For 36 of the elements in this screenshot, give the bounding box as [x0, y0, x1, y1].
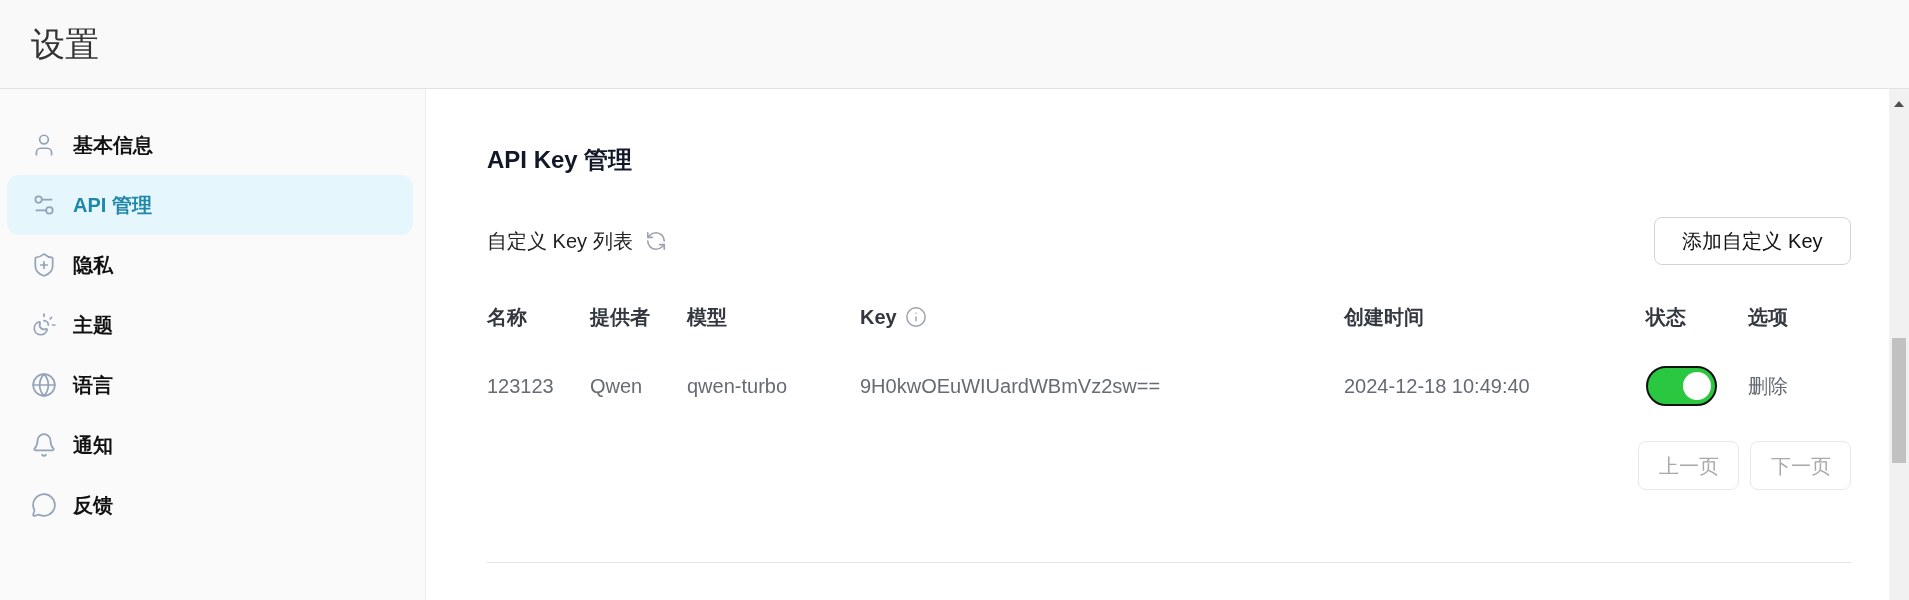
sidebar-item[interactable]: 反馈: [7, 475, 413, 535]
sidebar-item[interactable]: 语言: [7, 355, 413, 415]
sidebar-item[interactable]: 基本信息: [7, 115, 413, 175]
model-text: qwen-turbo: [687, 374, 789, 399]
sliders-icon: [31, 192, 57, 218]
sidebar-item[interactable]: API 管理: [7, 175, 413, 235]
column-header: Key: [860, 305, 897, 330]
created-time-text: 2024-12-18 10:49:40: [1344, 374, 1531, 399]
scroll-up-arrow-icon[interactable]: [1894, 101, 1904, 107]
column-header: 名称: [487, 305, 527, 330]
globe-icon: [31, 372, 57, 398]
sun-moon-icon: [31, 312, 57, 338]
list-title: 自定义 Key 列表: [487, 229, 633, 254]
sidebar-item[interactable]: 通知: [7, 415, 413, 475]
scrollbar-thumb[interactable]: [1892, 338, 1906, 463]
name-text: 123123: [487, 374, 555, 399]
provider-text: Qwen: [590, 374, 644, 399]
add-key-button[interactable]: 添加自定义 Key: [1654, 217, 1851, 265]
sidebar-item[interactable]: 隐私: [7, 235, 413, 295]
refresh-icon[interactable]: [644, 230, 667, 252]
chat-bubble-icon: [31, 492, 57, 518]
info-icon[interactable]: [904, 306, 927, 328]
scrollbar-track[interactable]: [1889, 89, 1909, 600]
delete-link[interactable]: 删除: [1748, 375, 1788, 397]
page-title: 设置: [31, 23, 99, 65]
section-title: API Key 管理: [487, 145, 634, 175]
bell-icon: [31, 432, 57, 458]
sidebar-item[interactable]: 主题: [7, 295, 413, 355]
column-header: 状态: [1646, 305, 1686, 330]
column-header: 创建时间: [1344, 305, 1424, 330]
column-header: 模型: [687, 305, 727, 330]
status-toggle[interactable]: [1646, 366, 1717, 406]
column-header: 提供者: [590, 305, 650, 330]
shield-plus-icon: [31, 252, 57, 278]
column-header: 选项: [1748, 305, 1788, 330]
api-key-text: 9H0kwOEuWIUardWBmVz2sw==: [860, 374, 1162, 399]
